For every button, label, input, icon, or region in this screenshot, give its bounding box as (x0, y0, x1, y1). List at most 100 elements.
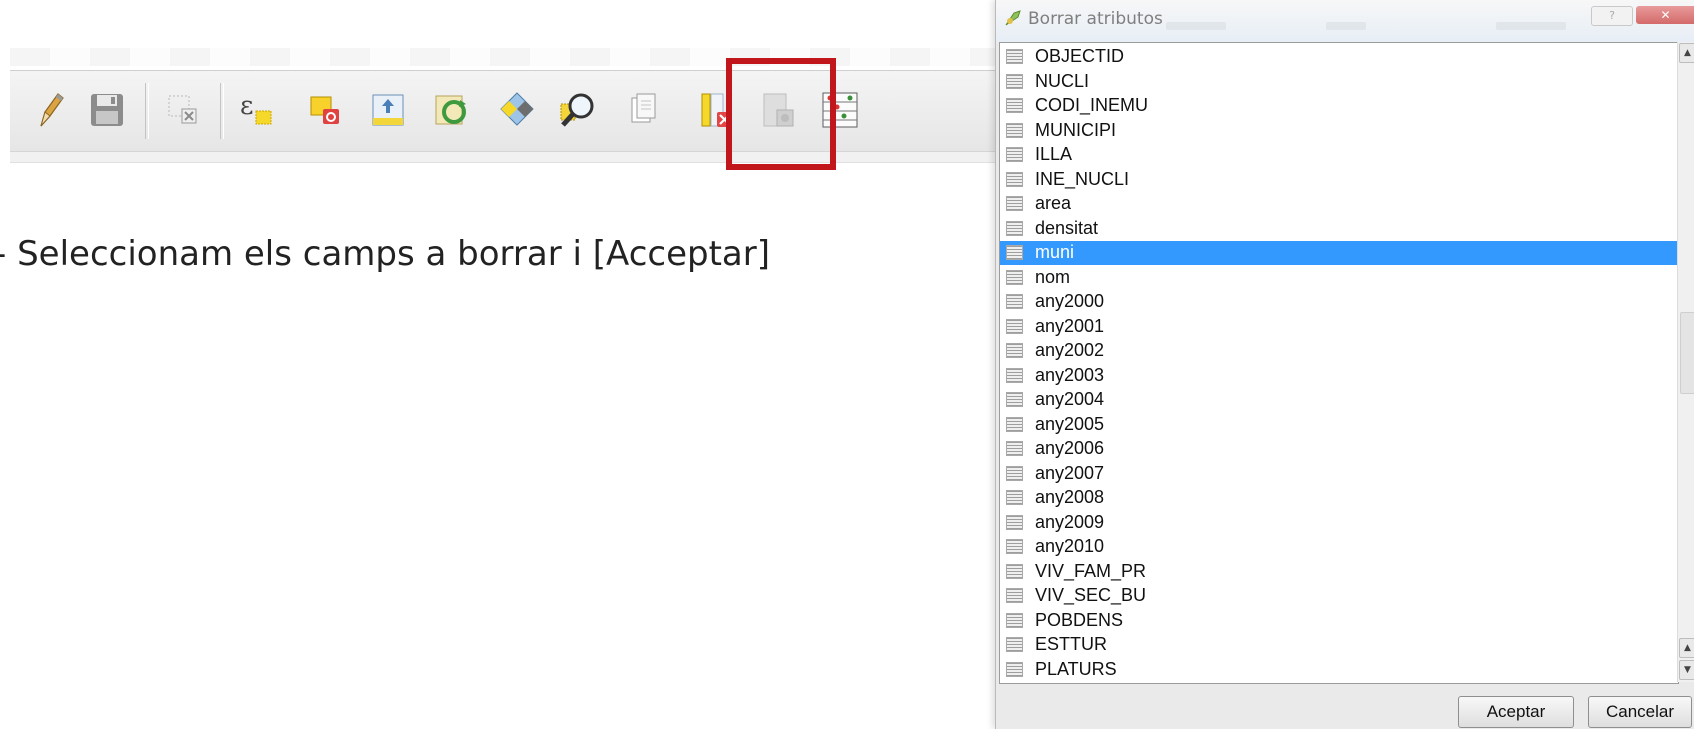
list-item[interactable]: any2000 (1000, 290, 1678, 314)
list-item[interactable]: any2009 (1000, 511, 1678, 535)
list-item[interactable]: any2004 (1000, 388, 1678, 412)
field-icon (1006, 637, 1023, 652)
scroll-up-icon[interactable]: ▲ (1679, 43, 1694, 63)
svg-text:ε: ε (240, 91, 253, 121)
field-label: ESTTUR (1035, 634, 1107, 654)
save-edits-icon[interactable] (86, 89, 128, 131)
dialog-title: Borrar atributos (1028, 9, 1163, 29)
field-label: any2002 (1035, 340, 1105, 360)
field-icon (1006, 147, 1023, 162)
select-features-icon[interactable] (496, 89, 538, 131)
field-icon (1006, 588, 1023, 603)
list-item[interactable]: INE_NUCLI (1000, 168, 1678, 192)
list-item[interactable]: any2006 (1000, 437, 1678, 461)
list-item[interactable]: ILLA (1000, 143, 1678, 167)
field-label: OBJECTID (1035, 46, 1125, 66)
field-list[interactable]: OBJECTID NUCLI CODI_INEMU MUNICIPI ILLA INE_N… (999, 42, 1679, 684)
list-item[interactable]: any2008 (1000, 486, 1678, 510)
list-item[interactable]: ESTTUR (1000, 633, 1678, 657)
attribute-table-icon[interactable] (367, 89, 409, 131)
field-label: any2005 (1035, 413, 1105, 434)
field-icon (1006, 122, 1023, 138)
field-label: any2000 (1035, 291, 1105, 311)
list-item[interactable]: POBDENS (1000, 609, 1678, 633)
field-icon (1006, 661, 1023, 677)
aceptar-button[interactable]: Aceptar (1458, 696, 1574, 728)
help-button[interactable]: ? (1591, 6, 1633, 26)
field-icon (1006, 490, 1023, 505)
field-icon (1006, 318, 1023, 334)
cancelar-button[interactable]: Cancelar (1588, 696, 1692, 728)
field-icon (1006, 563, 1023, 579)
list-item[interactable]: MUNICIPI (1000, 119, 1678, 143)
list-item[interactable]: any2002 (1000, 339, 1678, 363)
list-item[interactable]: PLATURS (1000, 658, 1678, 682)
field-icon (1006, 612, 1023, 628)
instruction-caption: - Seleccionam els camps a borrar i [Acce… (0, 234, 771, 274)
identify-zoom-icon[interactable] (556, 89, 598, 131)
list-item[interactable]: NUCLI (1000, 70, 1678, 94)
list-item[interactable]: nom (1000, 266, 1678, 290)
toolbar-lower-strip (10, 152, 1000, 163)
background-window-ghost (1326, 22, 1366, 30)
borrar-atributos-dialog: Borrar atributos ? ✕ OBJECTID NUCLI CODI_I… (995, 0, 1694, 729)
list-item[interactable]: area (1000, 192, 1678, 216)
toolbar-separator (220, 83, 224, 139)
background-window-ghost (1496, 22, 1566, 30)
field-label: any2001 (1035, 315, 1105, 336)
background-toolbar-strip (10, 48, 1000, 66)
toolbar-separator (145, 83, 149, 139)
list-item[interactable]: VIV_FAM_PR (1000, 560, 1678, 584)
field-icon (1006, 441, 1023, 456)
field-icon (1006, 220, 1023, 236)
scroll-down-icon[interactable]: ▼ (1679, 660, 1694, 680)
field-label: PLATURS (1035, 658, 1117, 679)
scroll-thumb[interactable] (1680, 312, 1694, 394)
edit-feature-icon[interactable] (304, 89, 346, 131)
pencil-edit-icon[interactable] (28, 89, 70, 131)
field-icon (1006, 367, 1023, 383)
close-button[interactable]: ✕ (1636, 6, 1694, 24)
list-scrollbar[interactable]: ▲ ▲ ▼ (1677, 42, 1694, 682)
field-label: NUCLI (1035, 70, 1090, 91)
field-label: any2009 (1035, 511, 1105, 532)
refresh-layer-icon[interactable] (431, 89, 473, 131)
field-icon (1006, 343, 1023, 358)
field-label: INE_NUCLI (1035, 168, 1130, 189)
field-icon (1006, 245, 1023, 260)
copy-icon[interactable] (622, 89, 664, 131)
expression-select-icon[interactable]: ε (236, 89, 278, 131)
field-icon (1006, 392, 1023, 407)
field-label: any2006 (1035, 438, 1105, 458)
field-label: area (1035, 193, 1072, 213)
field-label: nom (1035, 266, 1071, 287)
list-item[interactable]: muni (1000, 241, 1678, 265)
list-item[interactable]: any2007 (1000, 462, 1678, 486)
list-item[interactable]: any2010 (1000, 535, 1678, 559)
field-icon (1006, 416, 1023, 432)
field-label: muni (1035, 242, 1075, 262)
field-label: ILLA (1035, 144, 1073, 164)
delete-selected-icon[interactable] (162, 89, 204, 131)
editing-toolbar: ε (10, 70, 1000, 152)
field-icon (1006, 98, 1023, 113)
highlight-box (726, 58, 836, 170)
field-icon (1006, 73, 1023, 89)
field-label: any2003 (1035, 364, 1105, 385)
field-label: any2004 (1035, 389, 1105, 409)
list-item[interactable]: CODI_INEMU (1000, 94, 1678, 118)
field-label: VIV_FAM_PR (1035, 560, 1147, 581)
field-label: CODI_INEMU (1035, 95, 1149, 115)
list-item[interactable]: densitat (1000, 217, 1678, 241)
list-item[interactable]: OBJECTID (1000, 45, 1678, 69)
field-icon (1006, 269, 1023, 285)
scroll-up-icon[interactable]: ▲ (1679, 638, 1694, 658)
qgis-logo-icon (1004, 9, 1022, 31)
field-icon (1006, 171, 1023, 187)
dialog-titlebar: Borrar atributos ? ✕ (996, 0, 1694, 42)
list-item[interactable]: any2005 (1000, 413, 1678, 437)
list-item[interactable]: any2001 (1000, 315, 1678, 339)
list-item[interactable]: VIV_SEC_BU (1000, 584, 1678, 608)
list-item[interactable]: any2003 (1000, 364, 1678, 388)
background-window-ghost (1166, 22, 1226, 30)
